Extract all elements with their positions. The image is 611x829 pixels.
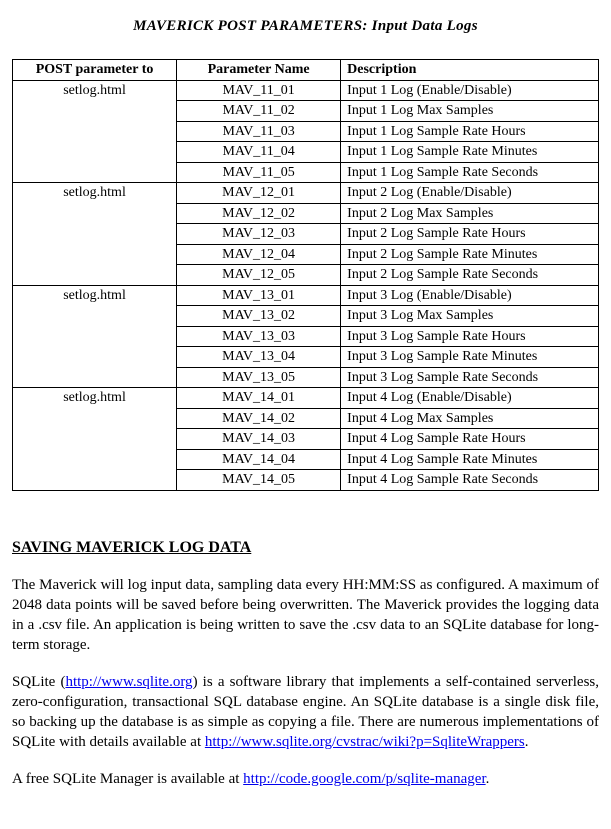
cell-post <box>13 367 177 388</box>
cell-post <box>13 203 177 224</box>
cell-param: MAV_12_02 <box>177 203 341 224</box>
cell-param: MAV_13_01 <box>177 285 341 306</box>
table-row: MAV_13_04Input 3 Log Sample Rate Minutes <box>13 347 599 368</box>
cell-param: MAV_14_05 <box>177 470 341 491</box>
cell-param: MAV_13_05 <box>177 367 341 388</box>
table-row: MAV_11_04Input 1 Log Sample Rate Minutes <box>13 142 599 163</box>
para2-post: . <box>525 734 529 750</box>
cell-desc: Input 1 Log Sample Rate Minutes <box>341 142 599 163</box>
cell-desc: Input 1 Log Max Samples <box>341 101 599 122</box>
header-param: Parameter Name <box>177 60 341 81</box>
cell-post <box>13 470 177 491</box>
table-row: MAV_14_05Input 4 Log Sample Rate Seconds <box>13 470 599 491</box>
cell-desc: Input 1 Log Sample Rate Seconds <box>341 162 599 183</box>
header-post: POST parameter to <box>13 60 177 81</box>
table-row: MAV_11_03Input 1 Log Sample Rate Hours <box>13 121 599 142</box>
cell-param: MAV_13_03 <box>177 326 341 347</box>
cell-post <box>13 449 177 470</box>
paragraph-1: The Maverick will log input data, sampli… <box>12 575 599 656</box>
table-row: setlog.htmlMAV_12_01Input 2 Log (Enable/… <box>13 183 599 204</box>
cell-desc: Input 3 Log Sample Rate Minutes <box>341 347 599 368</box>
cell-post <box>13 326 177 347</box>
cell-desc: Input 4 Log (Enable/Disable) <box>341 388 599 409</box>
cell-param: MAV_12_01 <box>177 183 341 204</box>
link-sqlite-manager[interactable]: http://code.google.com/p/sqlite-manager <box>243 771 485 787</box>
cell-post <box>13 121 177 142</box>
table-row: MAV_12_02Input 2 Log Max Samples <box>13 203 599 224</box>
cell-param: MAV_11_04 <box>177 142 341 163</box>
cell-param: MAV_14_03 <box>177 429 341 450</box>
table-row: MAV_11_05Input 1 Log Sample Rate Seconds <box>13 162 599 183</box>
cell-desc: Input 2 Log Sample Rate Hours <box>341 224 599 245</box>
cell-post <box>13 347 177 368</box>
cell-param: MAV_11_05 <box>177 162 341 183</box>
cell-post: setlog.html <box>13 80 177 101</box>
table-row: MAV_14_03Input 4 Log Sample Rate Hours <box>13 429 599 450</box>
cell-desc: Input 2 Log Max Samples <box>341 203 599 224</box>
cell-post: setlog.html <box>13 183 177 204</box>
cell-post <box>13 101 177 122</box>
cell-desc: Input 4 Log Sample Rate Minutes <box>341 449 599 470</box>
para2-pre: SQLite ( <box>12 674 65 690</box>
cell-param: MAV_11_02 <box>177 101 341 122</box>
table-row: MAV_13_05Input 3 Log Sample Rate Seconds <box>13 367 599 388</box>
cell-post: setlog.html <box>13 388 177 409</box>
link-sqlite-wrappers[interactable]: http://www.sqlite.org/cvstrac/wiki?p=Sql… <box>205 734 525 750</box>
cell-desc: Input 3 Log (Enable/Disable) <box>341 285 599 306</box>
table-row: setlog.htmlMAV_11_01Input 1 Log (Enable/… <box>13 80 599 101</box>
page-title: MAVERICK POST PARAMETERS: Input Data Log… <box>12 18 599 35</box>
cell-post <box>13 265 177 286</box>
table-row: MAV_13_02Input 3 Log Max Samples <box>13 306 599 327</box>
cell-param: MAV_14_02 <box>177 408 341 429</box>
cell-desc: Input 3 Log Max Samples <box>341 306 599 327</box>
cell-desc: Input 2 Log (Enable/Disable) <box>341 183 599 204</box>
cell-param: MAV_11_01 <box>177 80 341 101</box>
cell-desc: Input 1 Log (Enable/Disable) <box>341 80 599 101</box>
cell-post <box>13 142 177 163</box>
cell-post <box>13 306 177 327</box>
cell-param: MAV_14_01 <box>177 388 341 409</box>
link-sqlite[interactable]: http://www.sqlite.org <box>65 674 192 690</box>
cell-desc: Input 2 Log Sample Rate Minutes <box>341 244 599 265</box>
paragraph-2: SQLite (http://www.sqlite.org) is a soft… <box>12 672 599 753</box>
cell-param: MAV_12_05 <box>177 265 341 286</box>
parameter-table: POST parameter to Parameter Name Descrip… <box>12 59 599 491</box>
para3-post: . <box>486 771 490 787</box>
cell-post <box>13 162 177 183</box>
cell-desc: Input 4 Log Sample Rate Hours <box>341 429 599 450</box>
cell-post <box>13 244 177 265</box>
para3-pre: A free SQLite Manager is available at <box>12 771 243 787</box>
table-row: MAV_11_02Input 1 Log Max Samples <box>13 101 599 122</box>
table-row: MAV_13_03Input 3 Log Sample Rate Hours <box>13 326 599 347</box>
paragraph-3: A free SQLite Manager is available at ht… <box>12 769 599 789</box>
table-row: MAV_12_04Input 2 Log Sample Rate Minutes <box>13 244 599 265</box>
table-row: MAV_12_05Input 2 Log Sample Rate Seconds <box>13 265 599 286</box>
cell-desc: Input 1 Log Sample Rate Hours <box>341 121 599 142</box>
cell-post <box>13 408 177 429</box>
cell-post: setlog.html <box>13 285 177 306</box>
cell-desc: Input 2 Log Sample Rate Seconds <box>341 265 599 286</box>
cell-param: MAV_11_03 <box>177 121 341 142</box>
cell-desc: Input 3 Log Sample Rate Hours <box>341 326 599 347</box>
cell-param: MAV_12_03 <box>177 224 341 245</box>
cell-param: MAV_12_04 <box>177 244 341 265</box>
table-row: MAV_12_03Input 2 Log Sample Rate Hours <box>13 224 599 245</box>
cell-param: MAV_14_04 <box>177 449 341 470</box>
table-row: MAV_14_02Input 4 Log Max Samples <box>13 408 599 429</box>
cell-post <box>13 224 177 245</box>
table-row: MAV_14_04Input 4 Log Sample Rate Minutes <box>13 449 599 470</box>
table-row: setlog.htmlMAV_13_01Input 3 Log (Enable/… <box>13 285 599 306</box>
table-row: setlog.htmlMAV_14_01Input 4 Log (Enable/… <box>13 388 599 409</box>
cell-desc: Input 4 Log Max Samples <box>341 408 599 429</box>
cell-post <box>13 429 177 450</box>
cell-param: MAV_13_02 <box>177 306 341 327</box>
cell-desc: Input 4 Log Sample Rate Seconds <box>341 470 599 491</box>
cell-param: MAV_13_04 <box>177 347 341 368</box>
cell-desc: Input 3 Log Sample Rate Seconds <box>341 367 599 388</box>
section-heading: SAVING MAVERICK LOG DATA <box>12 539 599 557</box>
table-header-row: POST parameter to Parameter Name Descrip… <box>13 60 599 81</box>
header-desc: Description <box>341 60 599 81</box>
